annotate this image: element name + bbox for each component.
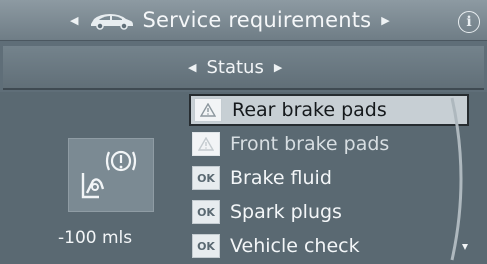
- list-item-brake-fluid[interactable]: OK Brake fluid: [189, 162, 469, 194]
- status-detail-panel: -100 mls: [6, 92, 188, 264]
- ok-badge: OK: [192, 166, 220, 190]
- list-item-label: Rear brake pads: [232, 99, 387, 121]
- list-item-rear-brake-pads[interactable]: Rear brake pads: [189, 94, 469, 126]
- info-icon[interactable]: i: [458, 11, 480, 33]
- list-item-label: Spark plugs: [230, 201, 342, 223]
- list-item-vehicle-check[interactable]: OK Vehicle check: [189, 230, 469, 262]
- ok-badge: OK: [192, 234, 220, 258]
- service-list: Rear brake pads Front brake pads OK Brak…: [189, 94, 469, 264]
- list-item-label: Front brake pads: [230, 133, 390, 155]
- brake-warning-icon: [81, 150, 137, 199]
- status-tab-bar: ◀ Status ▶: [3, 46, 484, 90]
- page-title: Service requirements: [142, 8, 372, 32]
- remaining-distance: -100 mls: [58, 228, 133, 248]
- warning-triangle-icon: [192, 132, 220, 156]
- header-right-arrow-icon[interactable]: ▶: [381, 14, 389, 27]
- brake-warning-tile: [68, 138, 154, 212]
- list-item-front-brake-pads[interactable]: Front brake pads: [189, 128, 469, 160]
- scroll-indicator[interactable]: [450, 96, 472, 262]
- ok-badge: OK: [192, 200, 220, 224]
- list-item-label: Brake fluid: [230, 167, 332, 189]
- header-left-arrow-icon[interactable]: ◀: [70, 14, 78, 27]
- list-item-label: Vehicle check: [230, 235, 360, 257]
- warning-triangle-icon: [194, 98, 222, 122]
- scroll-down-arrow-icon: [462, 244, 468, 250]
- status-selector[interactable]: ◀ Status ▶: [188, 46, 282, 88]
- car-icon: [91, 14, 134, 30]
- status-tab-label: Status: [206, 56, 264, 78]
- list-item-spark-plugs[interactable]: OK Spark plugs: [189, 196, 469, 228]
- header-title-group[interactable]: ◀ Service requirements ▶: [70, 4, 410, 36]
- status-left-arrow-icon[interactable]: ◀: [188, 61, 196, 74]
- header-bar: ◀ Service requirements ▶ i: [0, 0, 487, 41]
- status-right-arrow-icon[interactable]: ▶: [274, 61, 282, 74]
